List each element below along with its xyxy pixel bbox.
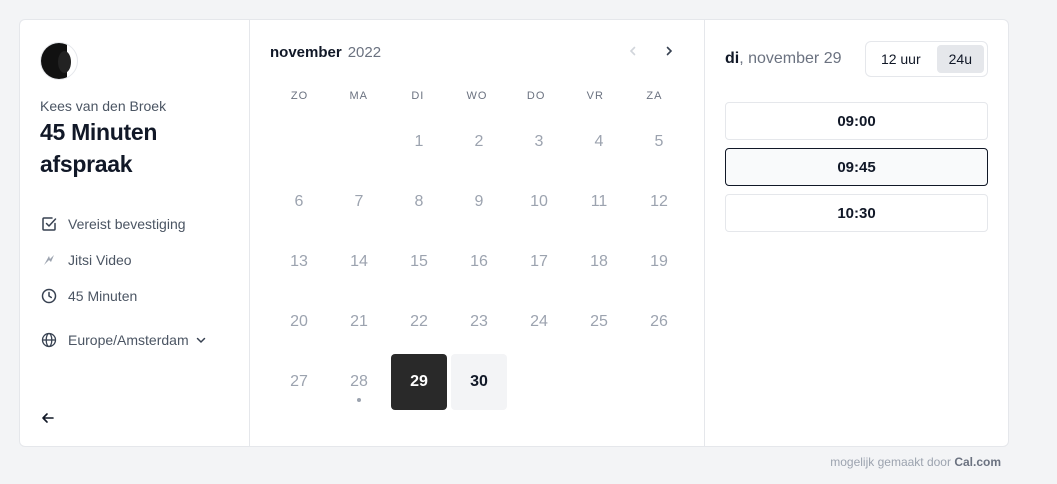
globe-icon: [40, 331, 58, 349]
day-25: 25: [590, 313, 608, 330]
footer-text: mogelijk gemaakt door: [830, 455, 955, 469]
day-1: 1: [414, 133, 424, 150]
event-title: 45 Minuten afspraak: [40, 119, 158, 177]
checkbox-icon: [40, 215, 58, 233]
jitsi-icon: [40, 251, 58, 269]
slot-list: 09:00 09:45 10:30: [725, 102, 988, 232]
time-slot-button[interactable]: 10:30: [725, 194, 988, 232]
powered-by: mogelijk gemaakt door Cal.com: [830, 455, 1001, 469]
selected-weekday: di: [725, 50, 740, 67]
weekday-label: DI: [411, 90, 425, 102]
day-4: 4: [594, 133, 604, 150]
weekday-label: VR: [586, 90, 604, 102]
day-19: 19: [650, 253, 668, 270]
time-slot-button[interactable]: 09:45: [725, 148, 988, 186]
clock-icon: [40, 287, 58, 305]
day-12: 12: [650, 193, 668, 210]
timezone-select[interactable]: Europe/Amsterdam: [40, 322, 229, 358]
day-9: 9: [474, 193, 484, 210]
day-27: 27: [290, 373, 308, 390]
day-18: 18: [590, 253, 608, 270]
meta-label: Jitsi Video: [68, 252, 132, 268]
day-8: 8: [414, 193, 424, 210]
booking-card: Kees van den Broek 45 Minuten afspraak V…: [19, 19, 1009, 447]
day-3: 3: [534, 133, 544, 150]
day-26: 26: [650, 313, 668, 330]
day-23: 23: [470, 313, 488, 330]
format-24h-button[interactable]: 24u: [936, 45, 984, 73]
selected-date-text: , november 29: [739, 50, 842, 67]
weekday-label: ZA: [646, 90, 663, 102]
day-17: 17: [530, 253, 548, 270]
meta-duration: 45 Minuten: [40, 278, 229, 314]
day-14: 14: [350, 253, 368, 270]
day-2: 2: [474, 133, 484, 150]
month-name: november: [270, 43, 342, 61]
meta-location: Jitsi Video: [40, 242, 229, 278]
back-arrow-icon[interactable]: [40, 410, 56, 426]
brand-link[interactable]: Cal.com: [954, 455, 1001, 469]
day-24: 24: [530, 313, 548, 330]
time-slot-button[interactable]: 09:00: [725, 102, 988, 140]
time-slots-panel: di, november 29 12 uur 24u 09:00 09:45 10:…: [705, 20, 1008, 446]
month-header: november 2022: [270, 42, 684, 62]
today-dot: [357, 398, 361, 402]
format-12h-button[interactable]: 12 uur: [869, 45, 933, 73]
weekday-label: MA: [349, 90, 368, 102]
day-21: 21: [350, 313, 368, 330]
selected-date-header: di, november 29 12 uur 24u: [725, 40, 988, 78]
chevron-down-icon: [195, 334, 207, 346]
day-5: 5: [654, 133, 664, 150]
meta-requires-confirmation: Vereist bevestiging: [40, 206, 229, 242]
timezone-label: Europe/Amsterdam: [68, 332, 189, 348]
day-15: 15: [410, 253, 428, 270]
day-30[interactable]: 30: [451, 354, 507, 410]
prev-month-button[interactable]: [624, 42, 642, 60]
day-22: 22: [410, 313, 428, 330]
calendar-panel: november 2022 ZO MA DI WO DO VR ZA 1 2 3 4 5 6 7 8 9 10…: [250, 20, 705, 446]
day-29[interactable]: 29: [391, 354, 447, 410]
day-10: 10: [530, 193, 548, 210]
selected-date: di, november 29: [725, 50, 842, 68]
day-11: 11: [590, 193, 608, 210]
day-20: 20: [290, 313, 308, 330]
time-format-toggle: 12 uur 24u: [864, 41, 988, 77]
month-nav: [624, 42, 678, 60]
day-13: 13: [290, 253, 308, 270]
weekday-label: ZO: [290, 90, 309, 102]
year: 2022: [347, 43, 382, 61]
meta-label: 45 Minuten: [68, 288, 138, 304]
day-6: 6: [294, 193, 304, 210]
day-16: 16: [470, 253, 488, 270]
day-grid: 1 2 3 4 5 6 7 8 9 10 11 12 13 14 15 16 17 18 19 20 21 22 23 24 2…: [271, 114, 684, 410]
event-meta: Vereist bevestiging Jitsi Video 45 Minut…: [40, 206, 229, 358]
next-month-button[interactable]: [660, 42, 678, 60]
weekday-header: ZO MA DI WO DO VR ZA: [270, 90, 684, 102]
avatar: [40, 42, 78, 80]
day-28: 28: [331, 354, 387, 410]
meta-label: Vereist bevestiging: [68, 216, 186, 232]
owner-name: Kees van den Broek: [40, 98, 167, 114]
weekday-label: DO: [526, 90, 546, 102]
weekday-label: WO: [466, 90, 488, 102]
day-7: 7: [354, 193, 364, 210]
event-info-panel: Kees van den Broek 45 Minuten afspraak V…: [20, 20, 250, 446]
